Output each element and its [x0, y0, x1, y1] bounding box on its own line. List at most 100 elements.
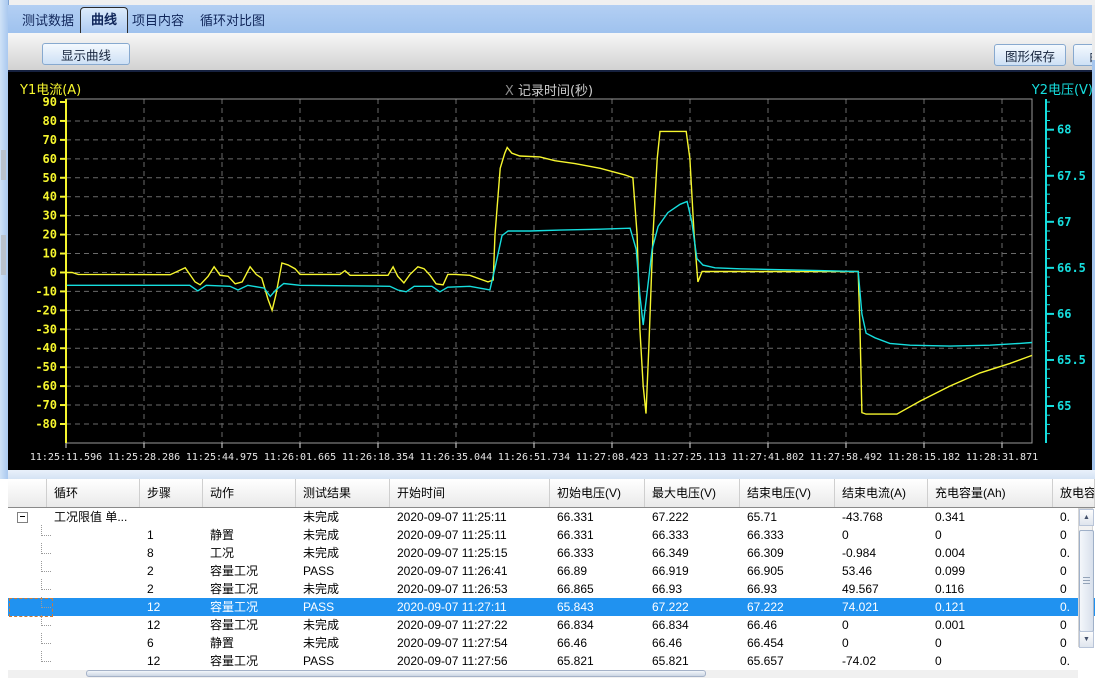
show-curve-button[interactable]: 显示曲线: [42, 43, 130, 65]
cell: 容量工况: [203, 580, 296, 598]
cell: 2020-09-07 11:25:15: [390, 544, 550, 562]
cell: 0.001: [928, 616, 1053, 634]
collapse-minus-icon[interactable]: [17, 512, 28, 523]
svg-text:11:27:25.113: 11:27:25.113: [654, 452, 726, 463]
toolbar: 显示曲线 图形保存 曲: [8, 33, 1092, 71]
svg-text:11:28:15.182: 11:28:15.182: [888, 452, 960, 463]
column-header: 循环: [47, 479, 140, 507]
cell: 66.349: [645, 544, 740, 562]
svg-text:10: 10: [43, 247, 57, 261]
cell: [47, 598, 140, 616]
cell: 2020-09-07 11:27:54: [390, 634, 550, 652]
cell: 容量工况: [203, 652, 296, 670]
scroll-up-button[interactable]: ▲: [1079, 509, 1094, 526]
curve-chart: 9080706050403020100-10-20-30-40-50-60-70…: [0, 70, 1095, 475]
cell: 2020-09-07 11:26:41: [390, 562, 550, 580]
cell: PASS: [296, 652, 390, 670]
column-header: 放电容: [1053, 479, 1095, 507]
cell: 0: [835, 526, 928, 544]
svg-text:66.5: 66.5: [1057, 261, 1086, 275]
cell: 65.821: [645, 652, 740, 670]
table-row[interactable]: 12容量工况PASS2020-09-07 11:27:1165.84367.22…: [8, 598, 1095, 616]
vscroll-thumb[interactable]: [1079, 530, 1094, 632]
cell: 66.333: [740, 526, 835, 544]
column-header: 测试结果: [296, 479, 390, 507]
svg-text:11:26:35.044: 11:26:35.044: [420, 452, 492, 463]
cell: 66.89: [550, 562, 645, 580]
scroll-down-button[interactable]: ▼: [1079, 631, 1094, 648]
series-电压: [67, 202, 1032, 347]
cell: 工况限值 单...: [47, 508, 140, 526]
tree-collapse-box[interactable]: [8, 508, 47, 526]
table-row[interactable]: 工况限值 单...未完成2020-09-07 11:25:1166.33167.…: [8, 508, 1095, 526]
cell: [47, 544, 140, 562]
cell: 未完成: [296, 634, 390, 652]
tab-curve[interactable]: 曲线: [80, 7, 128, 33]
cell: 66.865: [550, 580, 645, 598]
svg-text:11:27:08.423: 11:27:08.423: [576, 452, 648, 463]
result-table: 循环步骤动作测试结果开始时间初始电压(V)最大电压(V)结束电压(V)结束电流(…: [0, 479, 1095, 678]
cell: 0: [835, 634, 928, 652]
cell: 67.222: [645, 508, 740, 526]
tree-connector: [8, 580, 47, 598]
svg-text:-40: -40: [35, 341, 57, 355]
table-row[interactable]: 12容量工况PASS2020-09-07 11:27:5665.82165.82…: [8, 652, 1095, 670]
cell: 2020-09-07 11:25:11: [390, 508, 550, 526]
tree-connector: [8, 634, 47, 652]
cell: 66.93: [645, 580, 740, 598]
cell: 未完成: [296, 544, 390, 562]
cell: 2020-09-07 11:27:22: [390, 616, 550, 634]
table-header-row: 循环步骤动作测试结果开始时间初始电压(V)最大电压(V)结束电压(V)结束电流(…: [8, 479, 1095, 508]
table-row[interactable]: 2容量工况PASS2020-09-07 11:26:4166.8966.9196…: [8, 562, 1095, 580]
svg-text:0: 0: [50, 265, 57, 279]
cell: [47, 580, 140, 598]
column-header: 最大电压(V): [645, 479, 740, 507]
panel-splitter[interactable]: [8, 470, 1095, 479]
svg-text:67.5: 67.5: [1057, 169, 1086, 183]
tab-project-content[interactable]: 项目内容: [132, 11, 184, 31]
cell: 66.834: [645, 616, 740, 634]
svg-text:30: 30: [43, 209, 57, 223]
hscroll-thumb[interactable]: [86, 670, 706, 677]
svg-text:70: 70: [43, 133, 57, 147]
tree-connector: [8, 616, 47, 634]
save-graphic-button[interactable]: 图形保存: [994, 44, 1066, 66]
table-row[interactable]: 8工况未完成2020-09-07 11:25:1566.33366.34966.…: [8, 544, 1095, 562]
cell: 12: [140, 616, 203, 634]
cell: 静置: [203, 526, 296, 544]
cell: 49.567: [835, 580, 928, 598]
cell: [203, 508, 296, 526]
table-row[interactable]: 2容量工况未完成2020-09-07 11:26:5366.86566.9366…: [8, 580, 1095, 598]
svg-text:50: 50: [43, 171, 57, 185]
cell: 66.333: [645, 526, 740, 544]
cell: 容量工况: [203, 598, 296, 616]
column-header: 结束电流(A): [835, 479, 928, 507]
svg-text:-10: -10: [35, 284, 57, 298]
svg-text:66: 66: [1057, 307, 1071, 321]
cell: 未完成: [296, 580, 390, 598]
svg-text:-80: -80: [35, 417, 57, 431]
table-row[interactable]: 6静置未完成2020-09-07 11:27:5466.4666.4666.45…: [8, 634, 1095, 652]
svg-text:11:26:01.665: 11:26:01.665: [264, 452, 336, 463]
table-row[interactable]: 12容量工况未完成2020-09-07 11:27:2266.83466.834…: [8, 616, 1095, 634]
table-row[interactable]: 1静置未完成2020-09-07 11:25:1166.33166.33366.…: [8, 526, 1095, 544]
cell: 未完成: [296, 616, 390, 634]
cell: 未完成: [296, 508, 390, 526]
cell: 67.222: [645, 598, 740, 616]
cell: 0.: [1053, 652, 1095, 670]
tab-cycle-comparison[interactable]: 循环对比图: [200, 11, 265, 31]
svg-text:11:27:41.802: 11:27:41.802: [732, 452, 804, 463]
table-vertical-scrollbar[interactable]: ▲ ▼: [1078, 508, 1093, 647]
cell: 66.46: [550, 634, 645, 652]
tree-connector: [8, 526, 47, 544]
cell: 工况: [203, 544, 296, 562]
cell: PASS: [296, 598, 390, 616]
cell: 66.333: [550, 544, 645, 562]
cell: 0.121: [928, 598, 1053, 616]
cell: [47, 526, 140, 544]
table-horizontal-scrollbar[interactable]: [8, 670, 1078, 678]
tab-test-data[interactable]: 测试数据: [22, 11, 74, 31]
cell: -43.768: [835, 508, 928, 526]
curve-settings-button-partial[interactable]: 曲: [1073, 44, 1092, 66]
column-header: 步骤: [140, 479, 203, 507]
